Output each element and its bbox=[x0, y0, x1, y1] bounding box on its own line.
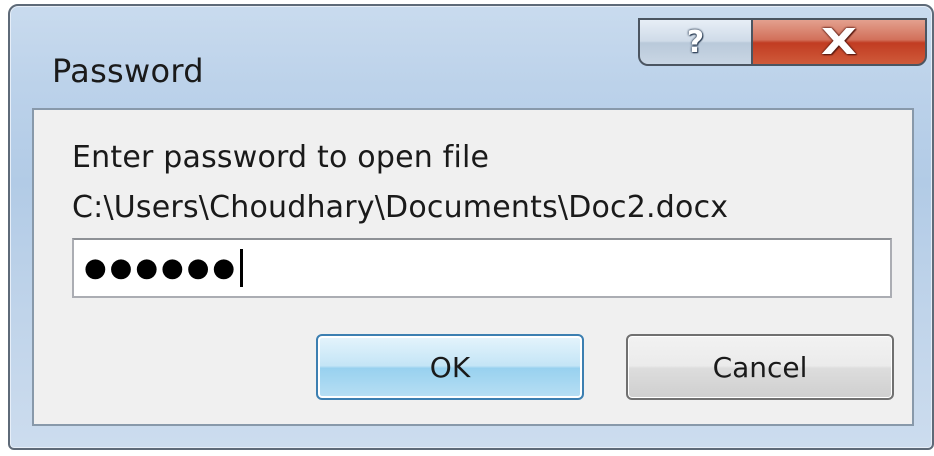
window-title: Password bbox=[52, 52, 204, 90]
help-icon: ? bbox=[686, 24, 705, 60]
password-prompt-label: Enter password to open file bbox=[72, 140, 490, 175]
ok-button[interactable]: OK bbox=[316, 334, 584, 400]
password-masked-value: ●●●●●● bbox=[84, 253, 239, 283]
file-path-label: C:\Users\Choudhary\Documents\Doc2.docx bbox=[72, 190, 729, 225]
close-button[interactable]: X bbox=[751, 18, 927, 66]
password-input[interactable]: ●●●●●● bbox=[72, 238, 892, 298]
help-button[interactable]: ? bbox=[638, 18, 752, 66]
close-icon: X bbox=[820, 21, 858, 63]
dialog-body: Enter password to open file C:\Users\Cho… bbox=[32, 108, 914, 426]
cancel-button[interactable]: Cancel bbox=[626, 334, 894, 400]
text-caret bbox=[240, 249, 244, 287]
password-dialog-window: Password ? X Enter password to open file… bbox=[8, 4, 934, 450]
